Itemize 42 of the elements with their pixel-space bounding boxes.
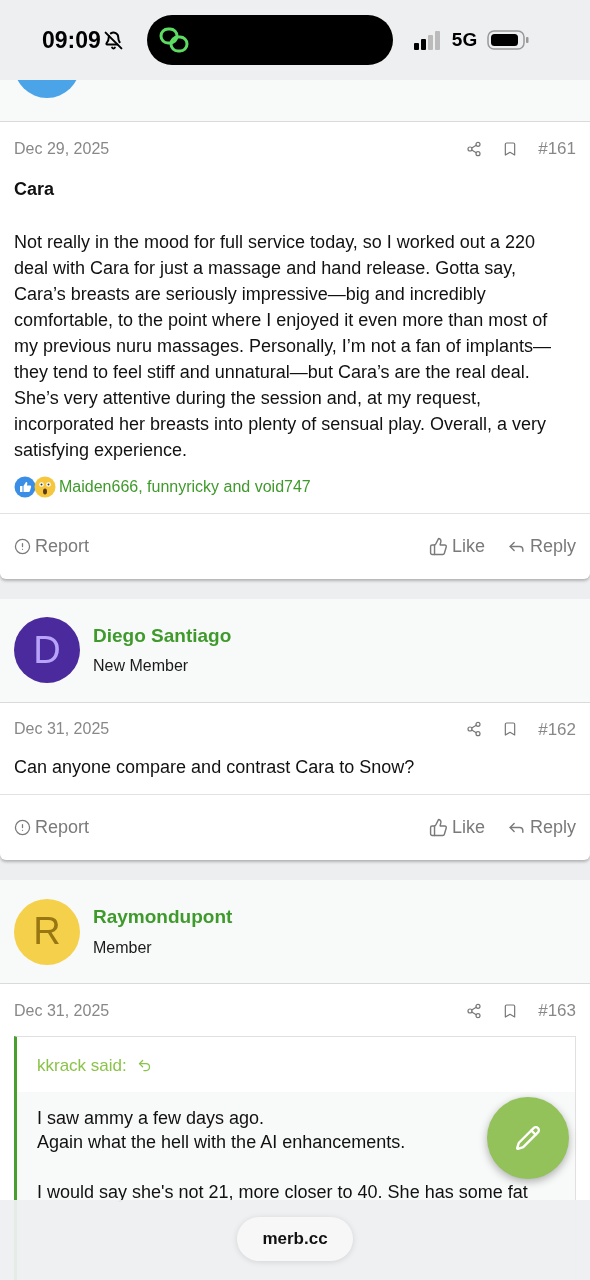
like-reaction-icon [14, 475, 36, 498]
post-number[interactable]: #163 [538, 998, 576, 1024]
username-link[interactable]: Raymondupont [93, 903, 233, 932]
post-text: Can anyone compare and contrast Cara to Snow? [14, 756, 416, 779]
report-button[interactable]: Report [14, 532, 90, 560]
reply-button[interactable]: Reply [506, 532, 576, 560]
post-date[interactable]: Dec 31, 2025 [14, 717, 110, 742]
reactions-link[interactable]: Maiden666, funnyricky and void747 [59, 474, 311, 499]
thumbs-up-icon [428, 536, 448, 556]
user-title: Member [93, 937, 153, 958]
quote-text: I would say she's not 21, more closer to 40. She has some fat [37, 1181, 528, 1204]
post-date[interactable]: Dec 31, 2025 [14, 998, 110, 1023]
share-icon[interactable] [466, 1002, 483, 1019]
report-button[interactable]: Report [14, 814, 90, 841]
share-icon[interactable] [466, 140, 483, 157]
quote-text: I saw ammy a few days ago. Again what the hell with the AI enhancements. [37, 1107, 406, 1154]
post-text: Not really in the mood for full service today, so I worked out a 220 deal with Cara for just a massage and hand release. Gotta say, Cara’s breasts are seriously impressive—big and incredibly comfortable, to the point where I enjoyed it even more than most of my previous nuru massages. Personally, I’m not a fan of implants—they tend to feel stiff and unnatural—but Cara’s are the real deal. She’s very attentive during the session and, at my request, incorporated her breasts into plenty of sensual play. Overall, a very satisfying experience. [14, 230, 552, 462]
alert-icon [14, 819, 31, 836]
post-title: Cara [14, 177, 56, 201]
bell-off-icon [103, 30, 123, 50]
clock: 09:09 [42, 25, 101, 55]
pencil-icon [515, 1125, 541, 1151]
reply-button[interactable]: Reply [506, 814, 576, 841]
like-button[interactable]: Like [428, 814, 485, 841]
surprised-emoji-icon [34, 475, 56, 498]
alert-icon [14, 537, 31, 555]
jump-to-icon[interactable] [136, 1057, 152, 1073]
post-number[interactable]: #162 [538, 716, 576, 742]
network-label: 5G [451, 27, 478, 52]
user-title: New Member [93, 656, 190, 677]
share-icon[interactable] [466, 721, 483, 738]
post-date[interactable]: Dec 29, 2025 [14, 136, 110, 161]
thumbs-up-icon [428, 818, 448, 837]
quote-author-link[interactable]: kkrack said: [37, 1052, 127, 1078]
post-number[interactable]: #161 [538, 136, 576, 162]
avatar[interactable]: R [14, 898, 80, 965]
like-button[interactable]: Like [428, 532, 485, 560]
avatar[interactable]: D [14, 617, 80, 683]
url-pill[interactable]: merb.cc [237, 1217, 353, 1261]
link-icon [158, 27, 189, 53]
battery-icon [487, 30, 530, 50]
username-link[interactable]: Diego Santiago [93, 621, 232, 651]
